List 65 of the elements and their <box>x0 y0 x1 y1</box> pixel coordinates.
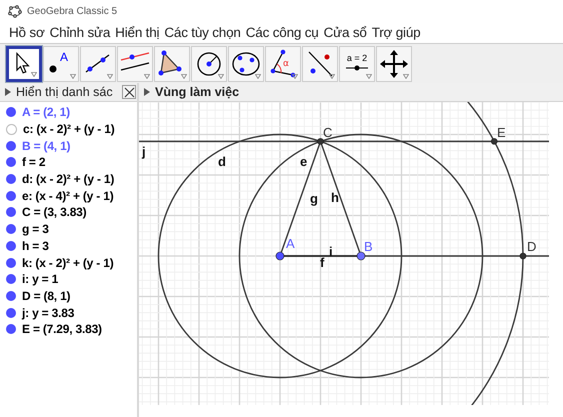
window-title: GeoGebra Classic 5 <box>27 6 118 16</box>
algebra-entry[interactable]: c: (x - 2)² + (y - 1) <box>23 122 114 136</box>
menu-item[interactable]: Các công cụ <box>246 25 319 40</box>
menu-item[interactable]: Cửa sổ <box>324 25 367 40</box>
object-label: e <box>300 154 308 169</box>
algebra-entry[interactable]: g = 3 <box>22 222 49 236</box>
point-marker[interactable] <box>490 138 498 145</box>
visibility-toggle[interactable] <box>6 174 16 184</box>
object-label: D <box>527 239 536 254</box>
algebra-entry[interactable]: D = (8, 1) <box>22 288 70 303</box>
panel-title: Vùng làm việc <box>155 85 240 99</box>
object-label: d <box>218 154 226 169</box>
menu-item[interactable]: Các tùy chọn <box>164 25 241 40</box>
algebra-entry[interactable]: f = 2 <box>22 155 46 170</box>
algebra-entry[interactable]: e: (x - 4)² + (y - 1) <box>22 188 114 203</box>
object-label: j <box>142 144 146 159</box>
object-label: i <box>329 244 333 259</box>
algebra-entry[interactable]: A = (2, 1) <box>22 105 70 120</box>
algebra-entry[interactable]: C = (3, 3.83) <box>22 205 86 220</box>
object-label: g <box>310 191 318 206</box>
point-marker[interactable] <box>276 252 284 260</box>
algebra-entry[interactable]: j: y = 3.83 <box>22 306 74 320</box>
tool-button[interactable]: a = 2 <box>339 46 375 82</box>
object-label: C <box>323 125 332 140</box>
visibility-toggle[interactable] <box>6 107 16 118</box>
visibility-toggle[interactable] <box>6 157 16 168</box>
algebra-entry[interactable]: h = 3 <box>22 238 49 253</box>
tool-button[interactable]: A <box>43 46 79 82</box>
point-marker[interactable] <box>317 138 324 145</box>
object-label: B <box>364 239 373 254</box>
object-label: A <box>286 236 295 251</box>
app-logo-icon <box>8 4 22 18</box>
expand-triangle-icon[interactable] <box>5 88 11 96</box>
close-button[interactable] <box>122 85 136 99</box>
tool-button[interactable]: α <box>265 46 301 82</box>
point-marker[interactable] <box>356 252 366 260</box>
object-label: f <box>320 255 324 270</box>
visibility-toggle[interactable] <box>6 124 17 135</box>
algebra-entry[interactable]: d: (x - 2)² + (y - 1) <box>22 172 114 186</box>
caret-icon[interactable] <box>292 74 298 78</box>
menu-item[interactable]: Hiển thị <box>115 25 160 40</box>
visibility-toggle[interactable] <box>6 190 16 201</box>
caret-icon[interactable] <box>329 74 335 78</box>
menu-item[interactable]: Chỉnh sửa <box>50 25 110 40</box>
visibility-toggle[interactable] <box>6 308 16 318</box>
visibility-toggle[interactable] <box>6 258 16 268</box>
visibility-toggle[interactable] <box>6 324 16 334</box>
visibility-toggle[interactable] <box>6 274 16 284</box>
visibility-toggle[interactable] <box>6 290 16 301</box>
tool-button[interactable] <box>6 46 42 82</box>
algebra-entry[interactable]: k: (x - 2)² + (y - 1) <box>22 256 114 270</box>
menu-item[interactable]: Hồ sơ <box>9 25 45 40</box>
expand-triangle-icon[interactable] <box>144 88 150 96</box>
point-marker[interactable] <box>520 252 526 260</box>
visibility-toggle[interactable] <box>6 207 16 218</box>
algebra-entry[interactable]: B = (4, 1) <box>22 138 70 153</box>
menu-item[interactable]: Trợ giúp <box>372 25 420 40</box>
visibility-toggle[interactable] <box>6 224 16 234</box>
algebra-entry[interactable]: i: y = 1 <box>22 272 58 286</box>
visibility-toggle[interactable] <box>6 140 16 151</box>
object-label: h <box>331 190 339 205</box>
panel-title: Hiển thị danh sác <box>16 85 114 99</box>
algebra-entry[interactable]: E = (7.29, 3.83) <box>22 322 102 336</box>
object-label: E <box>497 125 506 140</box>
visibility-toggle[interactable] <box>6 240 16 251</box>
